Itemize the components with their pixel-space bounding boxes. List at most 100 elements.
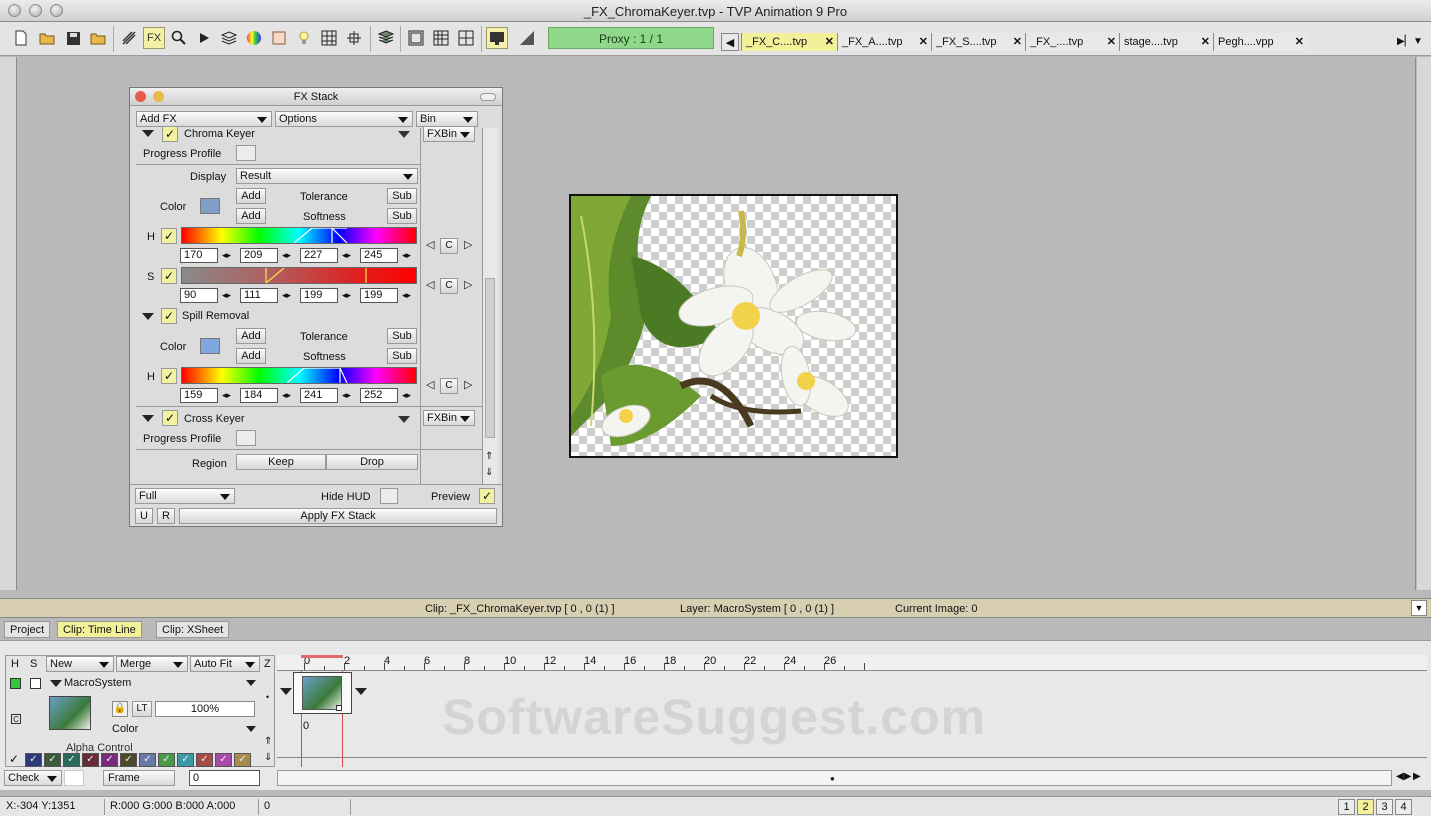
- color-group-checkbox[interactable]: ✓: [196, 753, 213, 767]
- proxy-indicator[interactable]: Proxy : 1 / 1: [548, 27, 714, 49]
- collapse-cross-keyer-icon[interactable]: [142, 415, 154, 422]
- grid3-icon[interactable]: [455, 27, 477, 49]
- check-all-icon[interactable]: ✓: [5, 753, 23, 767]
- color-group-checkbox[interactable]: ✓: [82, 753, 99, 767]
- redo-button[interactable]: R: [157, 508, 175, 524]
- page-3-button[interactable]: 3: [1376, 799, 1393, 815]
- timeline-frame-cell[interactable]: [293, 672, 352, 714]
- grid2-icon[interactable]: [430, 27, 452, 49]
- saturation-prev-icon[interactable]: ◁: [426, 278, 434, 291]
- light-icon[interactable]: [293, 27, 315, 49]
- cross-keyer-enable-checkbox[interactable]: ✓: [162, 410, 178, 426]
- chroma-keyer-menu-icon[interactable]: [398, 131, 410, 138]
- color-group-checkbox[interactable]: ✓: [139, 753, 156, 767]
- scroll-thumb[interactable]: ●: [830, 774, 835, 783]
- hue-stepper-4-icon[interactable]: ◂▸: [402, 250, 411, 261]
- timeline-ruler[interactable]: 0 2 4 6 8 10 12 14 16 18 20 22 24 26: [277, 655, 1427, 671]
- saturation-value-3[interactable]: 199: [300, 288, 338, 303]
- timeline-prev-icon[interactable]: ◀▶: [1396, 771, 1411, 782]
- color-wheel-icon[interactable]: [243, 27, 265, 49]
- auto-fit-dropdown[interactable]: Auto Fit: [190, 656, 260, 672]
- zoom-icon[interactable]: [168, 27, 190, 49]
- spill-hue-value-1[interactable]: 159: [180, 388, 218, 403]
- close-tab-icon[interactable]: ✕: [1295, 33, 1304, 51]
- blend-mode-label[interactable]: Color: [112, 722, 138, 736]
- frame-field[interactable]: 0: [189, 770, 260, 786]
- chroma-keyer-enable-checkbox[interactable]: ✓: [162, 126, 178, 142]
- lock-icon[interactable]: 🔒: [112, 701, 128, 717]
- document-tab-5[interactable]: stage....tvp ✕: [1119, 33, 1213, 51]
- hue-center-button[interactable]: C: [440, 238, 458, 254]
- expand-layer-icon[interactable]: [50, 680, 62, 687]
- close-tab-icon[interactable]: ✕: [1013, 33, 1022, 51]
- add-fx-dropdown[interactable]: Add FX: [136, 111, 272, 127]
- saturation-value-1[interactable]: 90: [180, 288, 218, 303]
- page-1-button[interactable]: 1: [1338, 799, 1355, 815]
- hue-stepper-2-icon[interactable]: ◂▸: [282, 250, 291, 261]
- merge-dropdown[interactable]: Merge: [116, 656, 188, 672]
- softness-add-button[interactable]: Add: [236, 208, 266, 224]
- spill-hue-prev-icon[interactable]: ◁: [426, 378, 434, 391]
- cross-progress-profile-checkbox[interactable]: [236, 430, 256, 446]
- hue-stepper-1-icon[interactable]: ◂▸: [222, 250, 231, 261]
- monitor-icon[interactable]: [486, 27, 508, 49]
- paper-icon[interactable]: [268, 27, 290, 49]
- keep-button[interactable]: Keep: [236, 454, 326, 470]
- layers-icon[interactable]: [218, 27, 240, 49]
- fx-scrollbar[interactable]: ⇑ ⇓: [482, 128, 498, 484]
- spill-hue-enable-checkbox[interactable]: ✓: [161, 368, 177, 384]
- layer-scroll-down-icon[interactable]: ⇓: [264, 752, 272, 763]
- status-menu-icon[interactable]: ▼: [1411, 600, 1427, 616]
- layer-drag-handle-icon[interactable]: •: [266, 692, 269, 702]
- spill-hue-stepper-1-icon[interactable]: ◂▸: [222, 390, 231, 401]
- tab-clip-timeline[interactable]: Clip: Time Line: [57, 621, 142, 638]
- page-4-button[interactable]: 4: [1395, 799, 1412, 815]
- tabs-scroll-right-icon[interactable]: ▶▏: [1397, 33, 1412, 51]
- spill-hue-stepper-4-icon[interactable]: ◂▸: [402, 390, 411, 401]
- close-panel-button[interactable]: [135, 91, 146, 102]
- document-tab-6[interactable]: Pegh....vpp ✕: [1213, 33, 1307, 51]
- brush-icon[interactable]: [118, 27, 140, 49]
- timeline-next-icon[interactable]: ▶: [1413, 771, 1421, 782]
- collapse-chroma-keyer-icon[interactable]: [142, 130, 154, 137]
- fx-button[interactable]: FX: [143, 27, 165, 49]
- frame-menu-icon[interactable]: [355, 688, 367, 695]
- progress-profile-checkbox[interactable]: [236, 145, 256, 161]
- drop-button[interactable]: Drop: [326, 454, 418, 470]
- check-mode-dropdown[interactable]: Check: [4, 770, 62, 786]
- cross-keyer-menu-icon[interactable]: [398, 416, 410, 423]
- spill-hue-stepper-3-icon[interactable]: ◂▸: [342, 390, 351, 401]
- collapse-panel-button[interactable]: [480, 93, 496, 101]
- cross-keyer-fxbin-dropdown[interactable]: FXBin: [423, 410, 475, 426]
- layer-solo-toggle[interactable]: [30, 678, 41, 689]
- spill-hue-value-2[interactable]: 184: [240, 388, 278, 403]
- hue-stepper-3-icon[interactable]: ◂▸: [342, 250, 351, 261]
- close-tab-icon[interactable]: ✕: [1201, 33, 1210, 51]
- hue-value-4[interactable]: 245: [360, 248, 398, 263]
- layer-menu-icon[interactable]: [246, 680, 256, 686]
- grid-icon[interactable]: [318, 27, 340, 49]
- tabs-scroll-left-icon[interactable]: ◀: [721, 33, 739, 51]
- spill-color-swatch[interactable]: [200, 338, 220, 354]
- color-group-checkbox[interactable]: ✓: [234, 753, 251, 767]
- apply-fx-stack-button[interactable]: Apply FX Stack: [179, 508, 497, 524]
- saturation-range-slider[interactable]: [181, 267, 417, 284]
- play-icon[interactable]: [193, 27, 215, 49]
- spill-hue-center-button[interactable]: C: [440, 378, 458, 394]
- color-group-checkbox[interactable]: ✓: [25, 753, 42, 767]
- tolerance-sub-button[interactable]: Sub: [387, 188, 417, 204]
- saturation-stepper-4-icon[interactable]: ◂▸: [402, 290, 411, 301]
- tolerance-add-button[interactable]: Add: [236, 188, 266, 204]
- hide-hud-checkbox[interactable]: [380, 488, 398, 504]
- tabs-menu-icon[interactable]: ▼: [1413, 33, 1427, 51]
- open-folder-icon[interactable]: [36, 27, 58, 49]
- save-icon[interactable]: [62, 27, 84, 49]
- saturation-enable-checkbox[interactable]: ✓: [161, 268, 177, 284]
- new-file-icon[interactable]: [10, 27, 32, 49]
- fxbin-dropdown[interactable]: FXBin: [423, 126, 475, 142]
- document-tab-4[interactable]: _FX_....tvp ✕: [1025, 33, 1119, 51]
- chroma-key-color-swatch[interactable]: [200, 198, 220, 214]
- blend-mode-menu-icon[interactable]: [246, 726, 256, 732]
- close-tab-icon[interactable]: ✕: [1107, 33, 1116, 51]
- spill-hue-next-icon[interactable]: ▷: [464, 378, 472, 391]
